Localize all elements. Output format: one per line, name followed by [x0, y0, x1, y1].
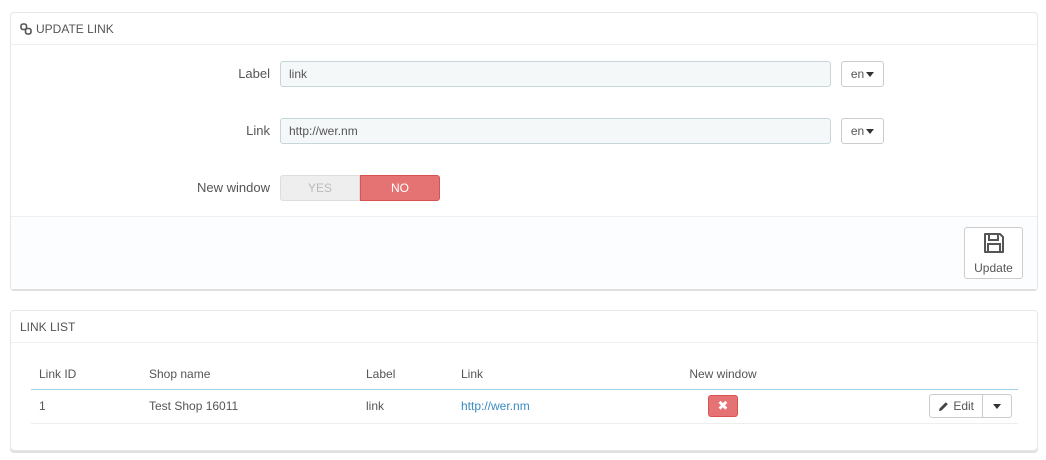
edit-button[interactable]: Edit [929, 394, 983, 418]
column-header-link-id[interactable]: Link ID [31, 359, 141, 390]
link-url[interactable]: http://wer.nm [461, 399, 530, 413]
label-field-label: Label [238, 66, 270, 81]
new-window-row: New window YES NO [11, 175, 1037, 201]
link-list-table: Link ID Shop name Label Link New window … [31, 359, 1018, 424]
caret-down-icon [866, 71, 875, 77]
new-window-no-option[interactable]: NO [360, 175, 440, 201]
save-icon [982, 231, 1006, 258]
column-header-actions [813, 359, 1018, 390]
link-row: Link http://wer.nm en [11, 118, 1037, 144]
new-window-yes-option[interactable]: YES [280, 175, 360, 201]
label-language-dropdown[interactable]: en [841, 61, 884, 87]
column-header-new-window[interactable]: New window [633, 359, 813, 390]
cell-shop-name: Test Shop 16011 [141, 389, 358, 424]
update-button-label: Update [974, 261, 1013, 275]
link-language-dropdown[interactable]: en [841, 118, 884, 144]
label-input[interactable]: link [280, 61, 831, 87]
cell-actions: Edit [813, 389, 1018, 424]
update-link-title: UPDATE LINK [36, 21, 114, 36]
update-button[interactable]: Update [964, 227, 1023, 279]
edit-button-label: Edit [953, 399, 974, 413]
pencil-icon [938, 401, 949, 412]
new-window-disabled-badge[interactable]: ✖ [708, 395, 738, 417]
link-list-panel: LINK LIST Link ID Shop name Label Link N… [10, 310, 1038, 451]
cell-link: http://wer.nm [453, 389, 633, 424]
link-icon [20, 22, 32, 35]
link-list-title: LINK LIST [20, 319, 76, 334]
link-input[interactable]: http://wer.nm [280, 118, 831, 144]
cell-link-id: 1 [31, 389, 141, 424]
table-row[interactable]: 1 Test Shop 16011 link http://wer.nm ✖ E… [31, 389, 1018, 424]
cell-new-window: ✖ [633, 389, 813, 424]
row-actions-dropdown[interactable] [983, 394, 1012, 418]
row-action-group: Edit [929, 394, 1012, 418]
caret-down-icon [866, 128, 875, 134]
update-link-heading: UPDATE LINK [11, 13, 1037, 45]
label-language-value: en [850, 67, 865, 81]
link-language-value: en [850, 124, 865, 138]
column-header-link[interactable]: Link [453, 359, 633, 390]
cell-label: link [358, 389, 453, 424]
column-header-shop-name[interactable]: Shop name [141, 359, 358, 390]
link-list-heading: LINK LIST [11, 311, 1037, 343]
caret-down-icon [993, 403, 1001, 409]
link-field-label: Link [246, 123, 270, 138]
label-row: Label link en [11, 61, 1037, 87]
table-header-row: Link ID Shop name Label Link New window [31, 359, 1018, 390]
update-panel-footer: Update [11, 216, 1037, 289]
new-window-switch[interactable]: YES NO [280, 175, 440, 201]
new-window-label: New window [197, 180, 270, 195]
update-link-panel: UPDATE LINK Label link en Link http://we… [10, 12, 1038, 289]
column-header-label[interactable]: Label [358, 359, 453, 390]
